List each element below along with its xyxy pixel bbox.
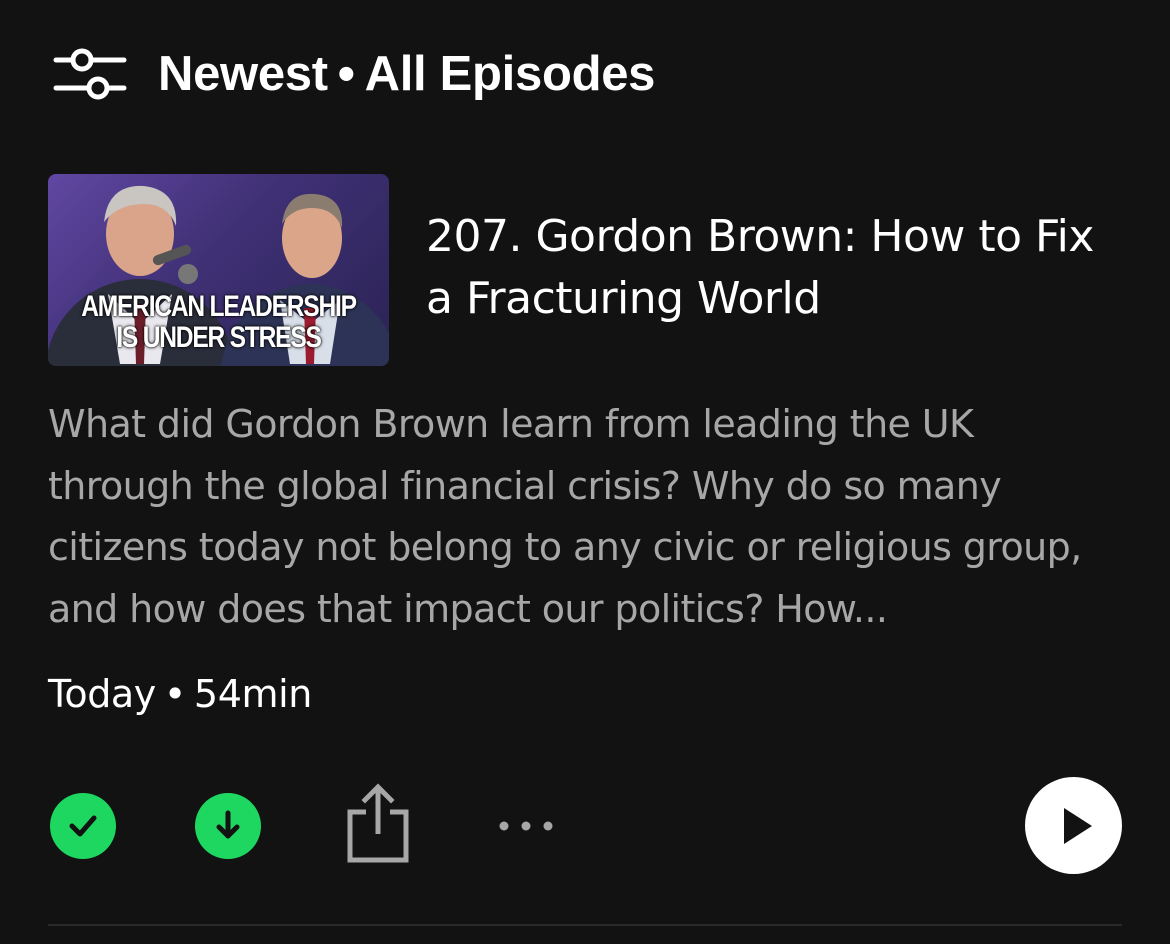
- play-icon: [1063, 807, 1092, 844]
- check-icon: [69, 815, 97, 837]
- episode-meta: Today • 54min: [48, 668, 312, 720]
- episode-list-header[interactable]: Newest • All Episodes: [52, 38, 655, 110]
- download-button[interactable]: [195, 793, 261, 859]
- more-horizontal-icon: [499, 821, 553, 831]
- episode-duration: 54min: [193, 672, 312, 716]
- more-options-button[interactable]: [490, 800, 570, 852]
- sort-label: Newest: [158, 47, 328, 101]
- mark-played-button[interactable]: [50, 793, 116, 859]
- episode-date: Today: [48, 672, 156, 716]
- thumbnail-caption-line1: AMERICAN LEADERSHIP: [81, 290, 357, 323]
- thumbnail-caption: AMERICAN LEADERSHIP IS UNDER STRESS: [48, 292, 389, 353]
- filter-sliders-icon[interactable]: [52, 42, 128, 106]
- list-divider: [48, 924, 1122, 926]
- share-button[interactable]: [340, 782, 416, 866]
- meta-separator: •: [163, 672, 186, 716]
- download-arrow-icon: [216, 810, 240, 839]
- filter-label: All Episodes: [364, 47, 656, 101]
- episode-thumbnail[interactable]: AMERICAN LEADERSHIP IS UNDER STRESS: [48, 174, 389, 366]
- play-button[interactable]: [1025, 777, 1122, 874]
- header-separator: •: [337, 47, 355, 101]
- share-icon: [347, 783, 409, 863]
- episode-title[interactable]: 207. Gordon Brown: How to Fix a Fracturi…: [426, 206, 1126, 330]
- thumbnail-caption-line2: IS UNDER STRESS: [116, 321, 322, 354]
- sort-filter-label[interactable]: Newest • All Episodes: [158, 46, 655, 102]
- episode-description[interactable]: What did Gordon Brown learn from leading…: [48, 394, 1128, 640]
